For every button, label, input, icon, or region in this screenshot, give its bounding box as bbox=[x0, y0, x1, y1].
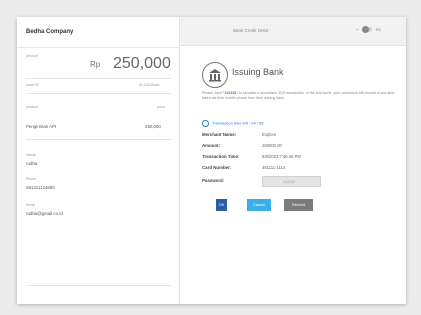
price-label: price bbox=[157, 105, 165, 109]
product-label: product bbox=[26, 105, 38, 109]
otp-code: "112233" bbox=[222, 91, 238, 95]
bank-panel: Bank Credit Debit – EN Issuing Bank Plea… bbox=[180, 17, 406, 304]
amount-label: Amount: bbox=[202, 143, 221, 148]
total-amount: 250,000 bbox=[113, 55, 171, 72]
toggle-icon bbox=[362, 26, 373, 34]
checkout-card: Bedha Company amount Rp 250,000 order ID… bbox=[17, 17, 406, 304]
bank-building-icon bbox=[202, 62, 228, 88]
divider bbox=[26, 93, 171, 94]
merchant-name-value: Explore bbox=[262, 132, 277, 137]
divider bbox=[26, 78, 171, 79]
lang-minus-icon: – bbox=[356, 27, 359, 33]
otp-timer: Transaction time left : 04 : 58 bbox=[202, 120, 264, 127]
transaction-time-label: Transaction Time: bbox=[202, 154, 240, 159]
customer-email: rudha@gmail.co.id bbox=[26, 211, 63, 216]
divider bbox=[26, 139, 171, 140]
product-price: 250,000 bbox=[145, 124, 161, 129]
card-number-label: Card Number: bbox=[202, 165, 232, 170]
currency-label: Rp bbox=[90, 60, 101, 69]
phone-label: Phone bbox=[26, 177, 37, 181]
password-input[interactable]: 112233 bbox=[262, 176, 321, 187]
merchant-panel: Bedha Company amount Rp 250,000 order ID… bbox=[17, 17, 180, 304]
name-label: Name bbox=[26, 153, 36, 157]
cancel-button[interactable]: Cancel bbox=[247, 199, 271, 211]
footer-divider bbox=[26, 285, 171, 286]
language-code: EN bbox=[375, 28, 381, 32]
product-name: Pengiriman API bbox=[26, 124, 57, 129]
language-selector[interactable]: – EN bbox=[356, 26, 381, 34]
clock-icon bbox=[202, 120, 209, 127]
company-name: Bedha Company bbox=[26, 29, 74, 35]
resend-button[interactable]: Resend bbox=[284, 199, 313, 211]
instruction-prefix: Please input bbox=[202, 91, 222, 95]
issuing-bank-title: Issuing Bank bbox=[232, 67, 284, 77]
bank-topbar: Bank Credit Debit – EN bbox=[180, 17, 406, 46]
email-label: Email bbox=[26, 203, 35, 207]
ok-button[interactable]: OK bbox=[216, 199, 227, 211]
customer-name: rudha bbox=[26, 161, 38, 166]
otp-instructions: Please input "112233" to simulate a succ… bbox=[202, 91, 398, 101]
divider bbox=[17, 47, 179, 48]
otp-timer-label: Transaction time left : bbox=[212, 120, 251, 126]
transaction-time-value: 8/8/2023 7:46:46 PM bbox=[262, 154, 301, 159]
amount-value: 250000.00 bbox=[262, 143, 282, 148]
bank-topbar-title: Bank Credit Debit bbox=[233, 28, 269, 33]
merchant-name-label: Merchant Name: bbox=[202, 132, 237, 137]
otp-timer-value: 04 : 58 bbox=[251, 120, 264, 126]
order-id-label: order ID bbox=[26, 83, 39, 87]
card-number-value: 481111-1114 bbox=[262, 165, 286, 170]
order-id-value: ID-12345abc bbox=[139, 83, 160, 87]
password-label: Password: bbox=[202, 178, 225, 183]
customer-phone: 081311124600 bbox=[26, 185, 55, 190]
amount-label: amount bbox=[26, 54, 38, 58]
